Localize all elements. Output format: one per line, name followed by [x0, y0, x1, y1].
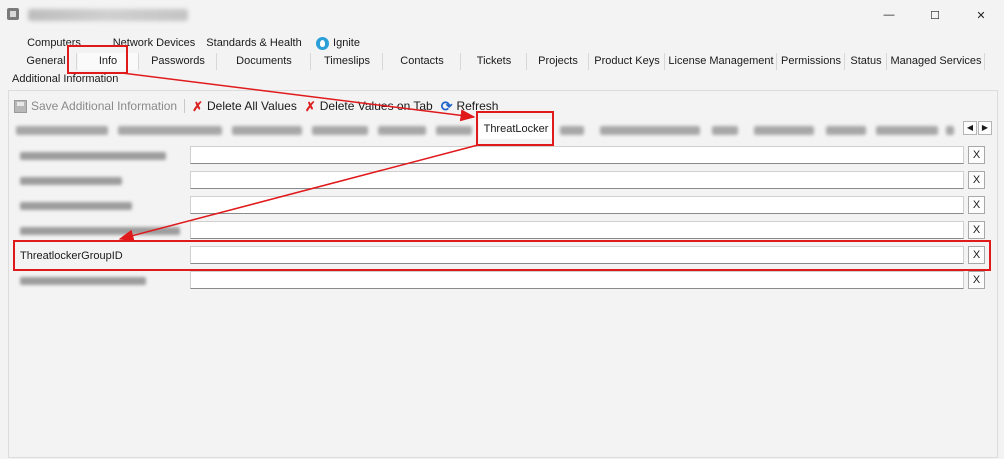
clear-field-button[interactable]: X	[968, 246, 985, 264]
refresh-button[interactable]: ⟳ Refresh	[437, 97, 503, 115]
clear-field-button[interactable]: X	[968, 171, 985, 189]
tab-computers[interactable]: Computers	[18, 35, 90, 52]
clear-field-button[interactable]: X	[968, 221, 985, 239]
field-row: X	[14, 270, 986, 292]
tab-passwords[interactable]: Passwords	[140, 53, 217, 70]
field-input[interactable]	[190, 171, 964, 189]
clear-field-button[interactable]: X	[968, 196, 985, 214]
tab-license-management[interactable]: License Management	[666, 53, 777, 70]
field-label: ThreatlockerGroupID	[20, 250, 123, 262]
toolbar-separator	[184, 99, 186, 113]
tab-additional-information[interactable]: Additional Information	[8, 72, 123, 88]
delete-all-values-button[interactable]: ✗ Delete All Values	[188, 97, 301, 115]
refresh-icon: ⟳	[440, 97, 453, 114]
tab-permissions[interactable]: Permissions	[778, 53, 845, 70]
tab-documents[interactable]: Documents	[218, 53, 311, 70]
field-row-threatlocker-group-id: ThreatlockerGroupID X	[14, 245, 986, 267]
tab-network-devices[interactable]: Network Devices	[108, 35, 200, 52]
tab-timeslips[interactable]: Timeslips	[312, 53, 383, 70]
maximize-button[interactable]: ☐	[912, 0, 958, 30]
delete-icon: ✗	[192, 98, 203, 114]
category-tab-redacted[interactable]	[876, 126, 938, 135]
minimize-button[interactable]: —	[866, 0, 912, 30]
delete-tab-label: Delete Values on Tab	[319, 99, 433, 113]
clear-field-button[interactable]: X	[968, 146, 985, 164]
scroll-left-button[interactable]: ◀	[963, 121, 977, 135]
toolbar: Save Additional Information ✗ Delete All…	[10, 97, 502, 115]
category-tab-redacted[interactable]	[16, 126, 108, 135]
tab-status[interactable]: Status	[846, 53, 887, 70]
close-button[interactable]: ✕	[958, 0, 1004, 30]
tab-managed-services[interactable]: Managed Services	[888, 53, 985, 70]
field-label-redacted	[20, 277, 146, 285]
tab-info[interactable]: Info	[78, 53, 139, 70]
app-icon	[7, 8, 19, 20]
tab-contacts[interactable]: Contacts	[384, 53, 461, 70]
refresh-label: Refresh	[456, 99, 499, 113]
tab-general[interactable]: General	[16, 53, 77, 70]
delete-icon: ✗	[304, 98, 316, 114]
window-title-redacted	[28, 9, 188, 21]
tab-projects[interactable]: Projects	[528, 53, 589, 70]
field-label-redacted	[20, 177, 122, 185]
category-tab-redacted[interactable]	[754, 126, 814, 135]
tab-tickets[interactable]: Tickets	[462, 53, 527, 70]
clear-field-button[interactable]: X	[968, 271, 985, 289]
category-tab-redacted[interactable]	[826, 126, 866, 135]
category-tab-redacted[interactable]	[560, 126, 584, 135]
delete-all-label: Delete All Values	[207, 99, 297, 113]
tab-standards-health[interactable]: Standards & Health	[202, 35, 306, 52]
category-tab-threatlocker[interactable]: ThreatLocker	[479, 119, 553, 139]
tab-ignite[interactable]: Ignite	[308, 35, 368, 52]
scroll-right-button[interactable]: ▶	[978, 121, 992, 135]
field-row: X	[14, 145, 986, 167]
category-tab-redacted[interactable]	[312, 126, 368, 135]
tab-ignite-label: Ignite	[333, 37, 360, 49]
category-tab-redacted[interactable]	[600, 126, 700, 135]
field-input[interactable]	[190, 271, 964, 289]
field-input[interactable]	[190, 196, 964, 214]
category-tab-redacted[interactable]	[378, 126, 426, 135]
category-tab-redacted[interactable]	[436, 126, 472, 135]
field-input[interactable]	[190, 221, 964, 239]
field-row: X	[14, 220, 986, 242]
field-input[interactable]	[190, 146, 964, 164]
field-label-redacted	[20, 227, 180, 235]
tab-product-keys[interactable]: Product Keys	[590, 53, 665, 70]
save-additional-information-button[interactable]: Save Additional Information	[10, 97, 181, 115]
category-tab-redacted[interactable]	[118, 126, 222, 135]
category-tab-redacted[interactable]	[712, 126, 738, 135]
field-label-redacted	[20, 202, 132, 210]
category-tab-redacted[interactable]	[946, 126, 954, 135]
field-label-redacted	[20, 152, 166, 160]
category-tab-redacted[interactable]	[232, 126, 302, 135]
field-row: X	[14, 170, 986, 192]
field-row: X	[14, 195, 986, 217]
ignite-icon	[316, 37, 330, 50]
threatlocker-group-id-input[interactable]	[190, 246, 964, 264]
title-bar: — ☐ ✕	[0, 0, 1004, 30]
save-label: Save Additional Information	[31, 99, 178, 113]
save-icon	[14, 99, 27, 113]
delete-values-on-tab-button[interactable]: ✗ Delete Values on Tab	[301, 97, 437, 115]
